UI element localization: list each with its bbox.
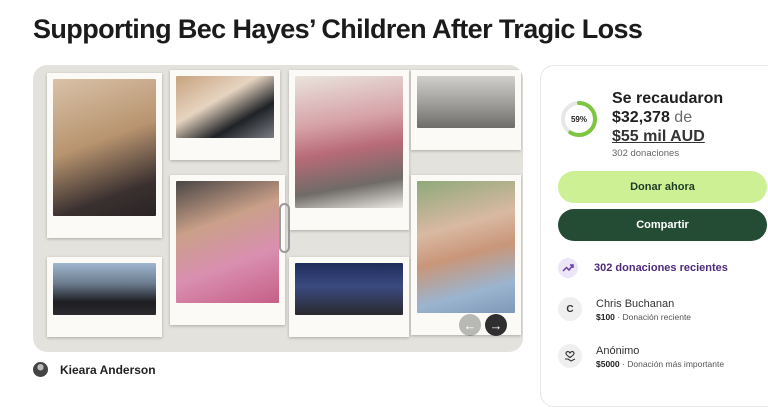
photo: [176, 76, 274, 138]
heart-hand-icon: [558, 344, 582, 368]
share-button[interactable]: Compartir: [558, 209, 767, 241]
recent-donations-label: 302 donaciones recientes: [594, 262, 728, 274]
organizer[interactable]: Kieara Anderson: [33, 362, 156, 377]
photo-frame: [170, 175, 285, 325]
donor-item: C Chris Buchanan $100 · Donación recient…: [558, 297, 691, 324]
photo-frame: [289, 257, 409, 337]
donor-name: Chris Buchanan: [596, 298, 675, 310]
page-title: Supporting Bec Hayes’ Children After Tra…: [33, 14, 643, 44]
raised-of: de: [674, 109, 693, 126]
donation-card: 59% Se recaudaron $32,378 de $55 mil AUD…: [540, 65, 768, 407]
photo-frame: [411, 175, 521, 335]
photo-frame: [47, 257, 162, 337]
photo-frame: [170, 70, 280, 160]
donor-initial-icon: C: [558, 297, 582, 321]
donor-meta: $100 · Donación reciente: [596, 312, 692, 322]
goal-amount: $55 mil AUD: [612, 128, 705, 145]
recent-donations-link[interactable]: 302 donaciones recientes: [558, 258, 728, 278]
photo: [53, 263, 156, 315]
raised-summary: Se recaudaron $32,378 de $55 mil AUD: [612, 89, 723, 146]
photo-frame: [289, 70, 409, 230]
raised-heading: Se recaudaron: [612, 90, 724, 107]
photo: [417, 181, 515, 313]
paperclip-icon: [279, 203, 290, 253]
prev-photo-button[interactable]: ←: [459, 314, 481, 336]
donor-amount: $5000: [596, 359, 620, 369]
donor-amount: $100: [596, 312, 615, 322]
donations-count: 302 donaciones: [612, 148, 680, 159]
avatar: [33, 362, 48, 377]
donor-item: Anónimo $5000 · Donación más importante: [558, 344, 724, 371]
trending-up-icon: [558, 258, 578, 278]
arrow-left-icon: ←: [463, 317, 477, 333]
photo-gallery[interactable]: ← →: [33, 65, 523, 352]
next-photo-button[interactable]: →: [485, 314, 507, 336]
donor-detail: Donación reciente: [622, 312, 692, 322]
photo: [53, 79, 156, 216]
progress-percent: 59%: [570, 114, 587, 124]
photo: [295, 76, 403, 208]
donor-meta: $5000 · Donación más importante: [596, 359, 725, 369]
photo: [417, 76, 515, 128]
photo: [176, 181, 279, 303]
donor-detail: Donación más importante: [627, 359, 725, 369]
photo-frame: [47, 73, 162, 238]
donate-button[interactable]: Donar ahora: [558, 171, 767, 203]
organizer-name[interactable]: Kieara Anderson: [60, 363, 156, 377]
donor-name: Anónimo: [596, 345, 640, 357]
photo: [295, 263, 403, 315]
photo-frame: [411, 70, 521, 150]
raised-amount: $32,378: [612, 109, 670, 126]
arrow-right-icon: →: [489, 317, 503, 333]
